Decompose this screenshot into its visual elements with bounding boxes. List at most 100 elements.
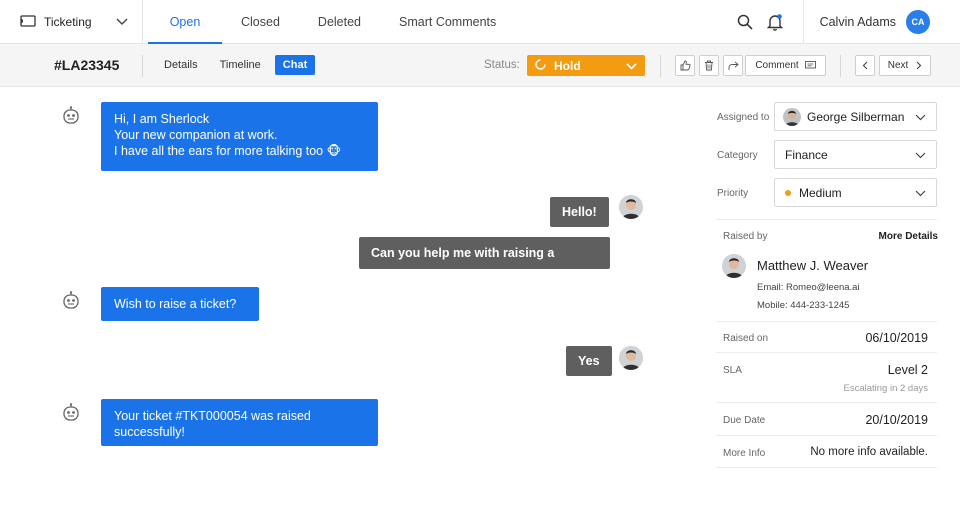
divider — [660, 55, 661, 77]
message-line: Hi, I am Sherlock — [114, 112, 210, 126]
divider — [142, 55, 143, 77]
assignee-avatar — [783, 107, 801, 126]
message-line: Wish to raise a ticket? — [114, 297, 237, 311]
bot-icon — [62, 291, 80, 311]
more-info-value: No more info available. — [810, 446, 928, 458]
bot-message: Your ticket #TKT000054 was raised succes… — [101, 399, 378, 446]
due-date-value: 20/10/2019 — [865, 413, 928, 427]
sla-label: SLA — [723, 365, 742, 376]
person-avatar-icon — [619, 195, 643, 219]
ticket-tabs: Details Timeline Chat — [156, 55, 316, 75]
tab-details[interactable]: Details — [156, 55, 206, 75]
assignee-value: George Silberman — [807, 109, 905, 124]
main-tabs: Open Closed Deleted Smart Comments — [148, 0, 515, 44]
user-avatar — [619, 195, 643, 219]
ticket-icon — [20, 14, 36, 30]
next-label: Next — [887, 60, 909, 71]
assignee-dropdown[interactable]: George Silberman — [774, 102, 937, 131]
bot-icon — [62, 106, 80, 126]
tab-chat[interactable]: Chat — [274, 55, 316, 75]
priority-value: Medium — [799, 185, 842, 200]
message-line: Your new companion at work. — [114, 128, 278, 142]
search-icon[interactable] — [735, 12, 755, 32]
chevron-down-icon — [915, 148, 926, 162]
app-switcher[interactable]: Ticketing — [20, 12, 128, 32]
raised-on-value: 06/10/2019 — [865, 331, 928, 345]
person-avatar-icon — [619, 346, 643, 370]
raiser-email: Email: Romeo@leena.ai — [757, 282, 860, 293]
hold-spinner-icon — [535, 58, 546, 73]
chevron-right-icon — [916, 61, 922, 70]
divider — [716, 352, 937, 353]
previous-button[interactable] — [855, 55, 875, 76]
user-name[interactable]: Calvin Adams — [820, 15, 896, 29]
divider — [716, 402, 937, 403]
category-label: Category — [717, 150, 758, 161]
tab-closed[interactable]: Closed — [222, 0, 299, 44]
divider — [142, 0, 143, 44]
category-dropdown[interactable]: Finance — [774, 140, 937, 169]
ticket-toolbar: #LA23345 Details Timeline Chat Status: H… — [0, 44, 960, 87]
category-value: Finance — [785, 147, 828, 162]
priority-label: Priority — [717, 188, 749, 199]
next-button[interactable]: Next — [879, 55, 931, 76]
user-message: Can you help me with raising a ticket? — [359, 237, 610, 292]
tab-timeline[interactable]: Timeline — [212, 55, 269, 75]
message-line: successfully! — [114, 425, 185, 439]
priority-dropdown[interactable]: Medium — [774, 178, 937, 207]
chevron-down-icon — [116, 15, 128, 29]
ticket-id: #LA23345 — [54, 57, 120, 73]
message-line: I have all the ears for more talking too… — [114, 144, 342, 158]
raised-on-label: Raised on — [723, 333, 769, 344]
forward-icon — [728, 60, 739, 70]
user-avatar[interactable]: CA — [906, 10, 930, 34]
comment-button[interactable]: Comment — [745, 55, 826, 76]
forward-button[interactable] — [723, 55, 743, 76]
divider — [840, 55, 841, 77]
priority-dot-icon — [785, 189, 791, 196]
comment-label: Comment — [755, 60, 799, 71]
comment-icon — [804, 61, 816, 69]
raiser-avatar — [722, 254, 746, 278]
delete-button[interactable] — [699, 55, 719, 76]
sla-value: Level 2 — [887, 363, 928, 377]
sla-note: Escalating in 2 days — [843, 383, 929, 394]
thumbs-up-button[interactable] — [675, 55, 695, 76]
raiser-name: Matthew J. Weaver — [757, 258, 869, 273]
more-details-link[interactable]: More Details — [879, 231, 938, 242]
due-date-label: Due Date — [723, 415, 766, 426]
user-message: Yes — [566, 346, 612, 376]
divider — [716, 321, 937, 322]
trash-icon — [705, 60, 713, 71]
raiser-mobile: Mobile: 444-233-1245 — [757, 300, 850, 311]
divider — [716, 435, 937, 436]
raised-by-label: Raised by — [723, 231, 768, 242]
person-avatar-icon — [722, 254, 746, 278]
app-name: Ticketing — [44, 15, 92, 29]
more-info-label: More Info — [723, 448, 766, 459]
tab-deleted[interactable]: Deleted — [299, 0, 380, 44]
divider — [716, 467, 937, 468]
bot-message: Hi, I am Sherlock Your new companion at … — [101, 102, 378, 171]
user-avatar — [619, 346, 643, 370]
assigned-to-label: Assigned to — [717, 112, 770, 123]
message-line: Your ticket #TKT000054 was raised — [114, 409, 311, 423]
divider — [716, 219, 937, 220]
chevron-down-icon — [915, 186, 926, 200]
divider — [802, 0, 804, 44]
bot-icon — [62, 403, 80, 423]
status-dropdown[interactable]: Hold — [527, 55, 645, 76]
status-label: Status: — [484, 59, 520, 71]
tab-smart-comments[interactable]: Smart Comments — [380, 0, 515, 44]
bell-icon[interactable] — [765, 12, 785, 32]
nav-right: Calvin Adams CA — [725, 0, 930, 44]
status-value: Hold — [554, 58, 581, 73]
bot-message: Wish to raise a ticket? — [101, 287, 259, 321]
chevron-down-icon — [626, 59, 637, 73]
tab-open[interactable]: Open — [148, 0, 222, 44]
chevron-left-icon — [862, 61, 868, 70]
top-navbar: Ticketing Open Closed Deleted Smart Comm… — [0, 0, 960, 44]
user-message: Hello! — [550, 197, 609, 227]
thumbs-up-icon — [680, 60, 691, 71]
chevron-down-icon — [915, 110, 926, 124]
